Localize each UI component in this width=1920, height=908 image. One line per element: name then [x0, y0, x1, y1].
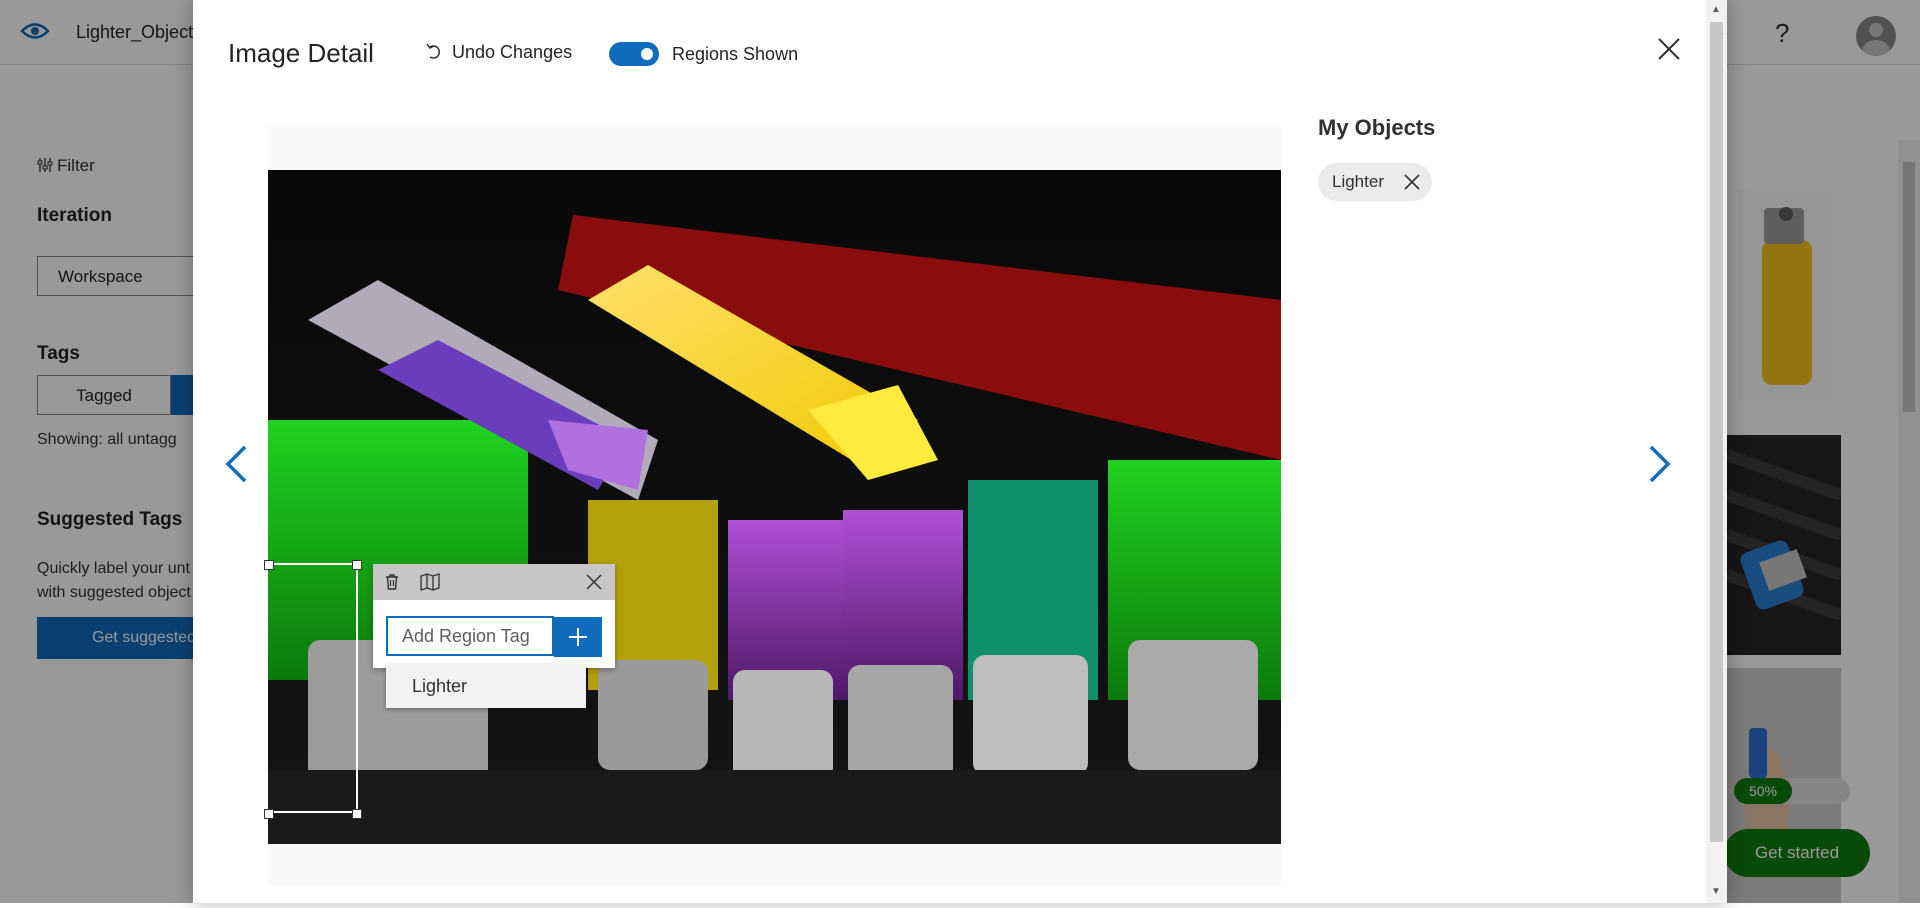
- object-tag-label: Lighter: [1332, 172, 1384, 191]
- resize-handle[interactable]: [352, 560, 362, 570]
- resize-handle[interactable]: [264, 560, 274, 570]
- tag-suggestion-list: Lighter: [386, 664, 586, 708]
- close-icon[interactable]: [586, 574, 602, 590]
- regions-toggle-label: Regions Shown: [672, 44, 799, 64]
- region-popup-toolbar: [373, 564, 615, 600]
- plus-icon: [569, 628, 587, 646]
- trash-icon[interactable]: [383, 573, 401, 591]
- chevron-left-icon[interactable]: [223, 444, 249, 484]
- undo-changes-button[interactable]: Undo Changes: [426, 42, 572, 63]
- undo-icon: [426, 43, 440, 59]
- resize-handle[interactable]: [352, 809, 362, 819]
- regions-toggle[interactable]: [609, 42, 659, 66]
- chevron-right-icon[interactable]: [1647, 444, 1673, 484]
- resize-handle[interactable]: [264, 809, 274, 819]
- undo-label: Undo Changes: [452, 42, 573, 62]
- close-icon[interactable]: [1404, 174, 1420, 190]
- selected-region[interactable]: [264, 560, 362, 819]
- dialog-scrollbar[interactable]: ▲ ▼: [1706, 0, 1727, 903]
- lighters-photo[interactable]: [268, 170, 1281, 844]
- object-tag-chip[interactable]: Lighter: [1318, 163, 1432, 201]
- regions-icon[interactable]: [419, 573, 441, 591]
- my-objects-heading: My Objects: [1318, 115, 1436, 140]
- dialog-title: Image Detail: [228, 38, 374, 68]
- add-tag-button[interactable]: [554, 617, 602, 657]
- tag-suggestion-item[interactable]: Lighter: [412, 676, 467, 697]
- image-detail-dialog: Image Detail Undo Changes Regions Shown: [193, 0, 1727, 903]
- close-icon[interactable]: [1656, 36, 1682, 62]
- region-tag-input[interactable]: [386, 616, 554, 656]
